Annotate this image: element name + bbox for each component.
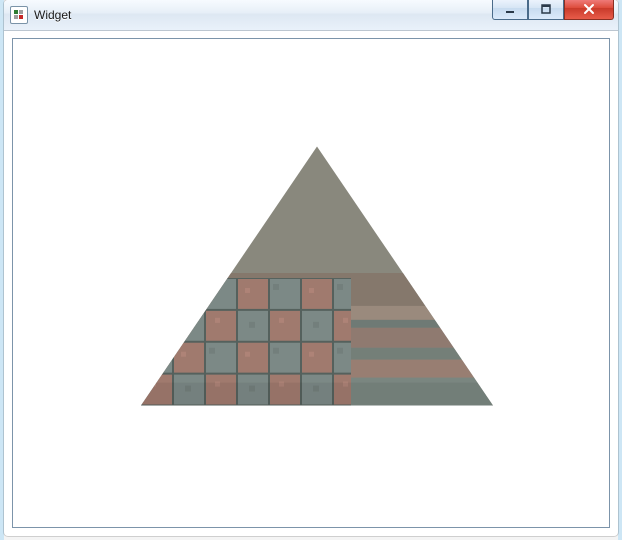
client-area	[12, 38, 610, 528]
window-title: Widget	[34, 8, 71, 22]
app-window: Widget	[4, 0, 618, 536]
maximize-button[interactable]	[528, 0, 564, 20]
minimize-button[interactable]	[492, 0, 528, 20]
close-button[interactable]	[564, 0, 614, 20]
window-buttons	[492, 0, 614, 20]
titlebar[interactable]: Widget	[4, 0, 618, 31]
render-canvas	[13, 39, 609, 527]
textured-triangle	[113, 139, 533, 438]
app-icon	[10, 6, 28, 24]
